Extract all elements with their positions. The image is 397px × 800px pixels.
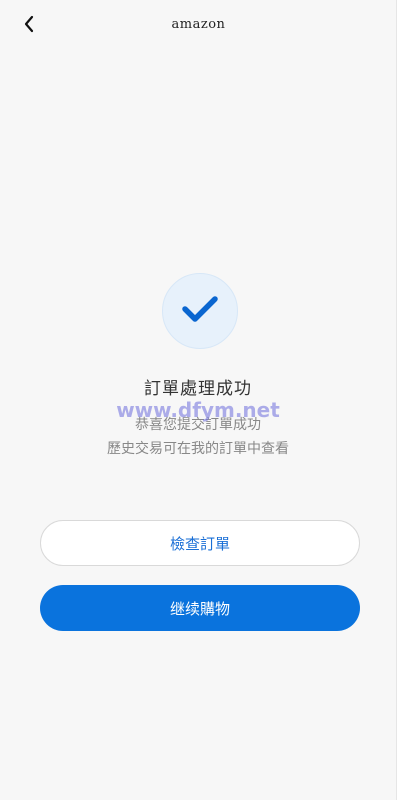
status-hint: 歷史交易可在我的訂單中查看 — [107, 441, 289, 457]
top-bar: amazon — [0, 0, 397, 54]
check-order-label: 檢查訂單 — [169, 534, 230, 553]
status-title: 訂單處理成功 — [144, 379, 252, 399]
success-badge — [162, 273, 238, 349]
page-title: amazon — [171, 17, 226, 32]
continue-shopping-button[interactable]: 继续購物 — [40, 585, 360, 631]
status-message: 恭喜您提交訂單成功 — [135, 417, 261, 433]
checkmark-icon — [181, 294, 219, 328]
continue-shopping-label: 继续購物 — [169, 599, 230, 618]
order-success-page: amazon 訂單處理成功 恭喜您提交訂單成功 www.dfym.net 歷史交… — [0, 0, 397, 800]
check-order-button[interactable]: 檢查訂單 — [40, 520, 360, 566]
